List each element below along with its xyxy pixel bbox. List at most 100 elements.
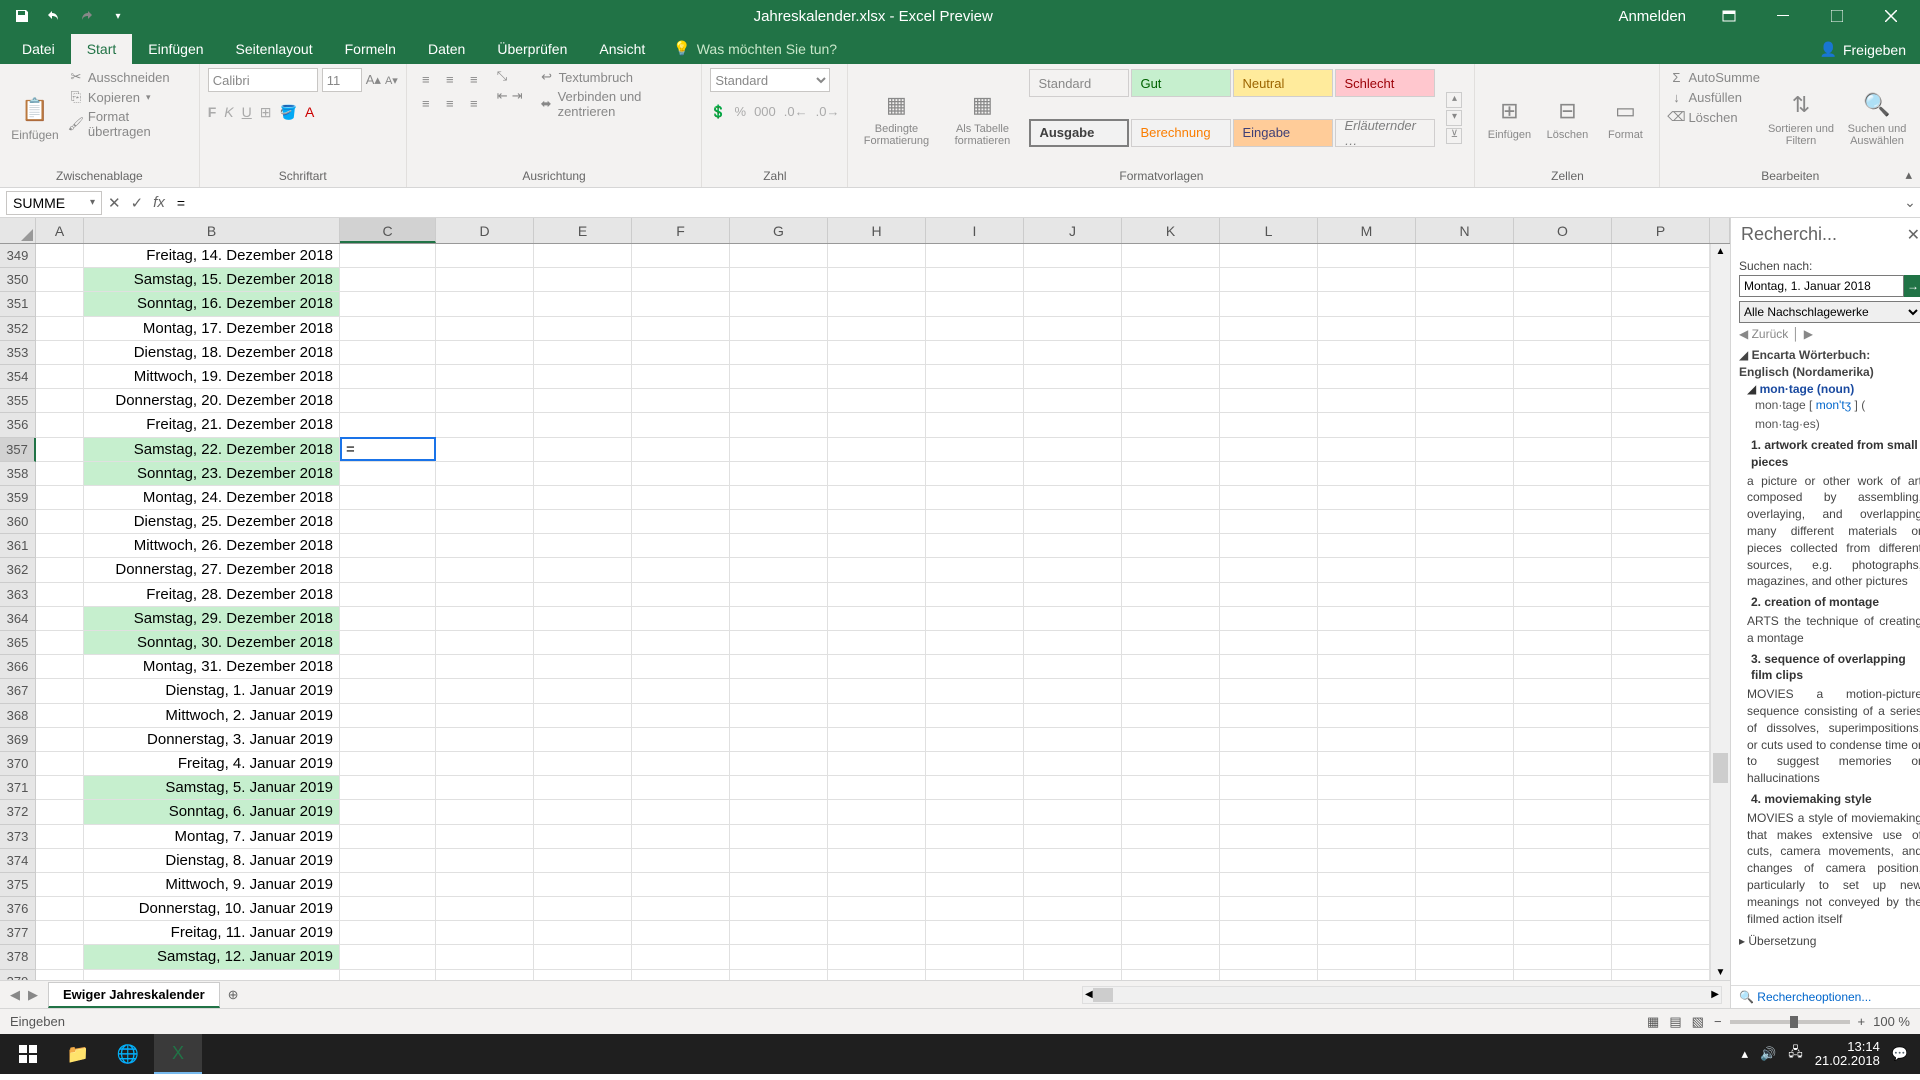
cell[interactable]: Donnerstag, 20. Dezember 2018 (84, 389, 340, 413)
cell[interactable] (436, 679, 534, 703)
vertical-scrollbar[interactable]: ▲ ▼ (1710, 244, 1730, 980)
row-header[interactable]: 377 (0, 921, 36, 945)
cell[interactable] (1416, 897, 1514, 921)
align-top-icon[interactable]: ≡ (415, 68, 437, 90)
cell[interactable] (340, 558, 436, 582)
row-header[interactable]: 366 (0, 655, 36, 679)
cell[interactable] (1612, 413, 1710, 437)
minimize-icon[interactable] (1760, 0, 1806, 32)
cell[interactable] (436, 413, 534, 437)
cell[interactable] (1122, 389, 1220, 413)
cell[interactable] (534, 728, 632, 752)
cell[interactable] (828, 341, 926, 365)
cell[interactable] (926, 244, 1024, 268)
cell[interactable] (1024, 292, 1122, 316)
cell[interactable] (926, 558, 1024, 582)
cell[interactable] (828, 558, 926, 582)
cell[interactable] (730, 607, 828, 631)
row-header[interactable]: 358 (0, 462, 36, 486)
cell[interactable] (1612, 607, 1710, 631)
cell[interactable] (1514, 268, 1612, 292)
cell[interactable] (1318, 776, 1416, 800)
cell[interactable] (1318, 583, 1416, 607)
cell[interactable] (632, 583, 730, 607)
cell[interactable] (828, 607, 926, 631)
style-neutral[interactable]: Neutral (1233, 69, 1333, 97)
row-header[interactable]: 370 (0, 752, 36, 776)
zoom-level[interactable]: 100 % (1873, 1014, 1910, 1029)
cell[interactable] (926, 897, 1024, 921)
horizontal-scrollbar[interactable]: ◀ ▶ (1082, 986, 1722, 1004)
excel-taskbar-icon[interactable]: X (154, 1034, 202, 1074)
cell[interactable]: Donnerstag, 27. Dezember 2018 (84, 558, 340, 582)
cell[interactable] (36, 438, 84, 462)
align-center-icon[interactable]: ≡ (439, 92, 461, 114)
cell[interactable] (1514, 631, 1612, 655)
cell[interactable] (1122, 558, 1220, 582)
cell[interactable] (1122, 800, 1220, 824)
cell[interactable] (436, 776, 534, 800)
clear-button[interactable]: ⌫Löschen (1668, 108, 1760, 126)
cell[interactable] (1024, 244, 1122, 268)
cell[interactable] (632, 341, 730, 365)
cell[interactable] (632, 389, 730, 413)
cell[interactable] (632, 558, 730, 582)
cell[interactable] (1024, 317, 1122, 341)
tab-datei[interactable]: Datei (6, 34, 71, 64)
cell[interactable] (1220, 776, 1318, 800)
cell[interactable] (1024, 268, 1122, 292)
cell[interactable] (1024, 849, 1122, 873)
cell[interactable] (36, 268, 84, 292)
cell[interactable] (1122, 486, 1220, 510)
cell[interactable] (436, 510, 534, 534)
cut-button[interactable]: ✂Ausschneiden (68, 68, 191, 86)
cell[interactable] (1024, 897, 1122, 921)
orientation-icon[interactable]: ⤡ (497, 68, 523, 84)
cell[interactable] (1318, 510, 1416, 534)
col-header-A[interactable]: A (36, 218, 84, 243)
cell[interactable] (730, 510, 828, 534)
cell[interactable] (1220, 413, 1318, 437)
cell[interactable] (828, 389, 926, 413)
cell[interactable] (436, 921, 534, 945)
font-color-button[interactable]: A (305, 104, 314, 121)
cell[interactable] (632, 317, 730, 341)
col-header-C[interactable]: C (340, 218, 436, 243)
cell[interactable] (926, 800, 1024, 824)
wrap-text-button[interactable]: ↩Textumbruch (539, 68, 694, 86)
cell[interactable] (1024, 728, 1122, 752)
cell[interactable] (534, 655, 632, 679)
notification-icon[interactable]: 💬 (1892, 1046, 1908, 1062)
cell[interactable] (1318, 317, 1416, 341)
cell[interactable] (1122, 462, 1220, 486)
copy-button[interactable]: ⎘Kopieren▾ (68, 88, 191, 106)
cell[interactable] (1122, 752, 1220, 776)
cell[interactable]: Sonntag, 6. Januar 2019 (84, 800, 340, 824)
cell[interactable] (340, 317, 436, 341)
bold-button[interactable]: F (208, 104, 217, 121)
cell[interactable] (1514, 341, 1612, 365)
tab-einfugen[interactable]: Einfügen (132, 34, 219, 64)
cell[interactable] (926, 365, 1024, 389)
cell[interactable] (340, 462, 436, 486)
row-header[interactable]: 364 (0, 607, 36, 631)
cell[interactable] (534, 800, 632, 824)
align-right-icon[interactable]: ≡ (463, 92, 485, 114)
cell[interactable] (926, 679, 1024, 703)
cell[interactable] (1024, 825, 1122, 849)
cell[interactable]: Montag, 24. Dezember 2018 (84, 486, 340, 510)
cell[interactable] (926, 389, 1024, 413)
cell[interactable] (36, 655, 84, 679)
cell[interactable] (828, 897, 926, 921)
cell[interactable] (632, 873, 730, 897)
row-header[interactable]: 368 (0, 704, 36, 728)
cell[interactable] (340, 268, 436, 292)
tab-daten[interactable]: Daten (412, 34, 481, 64)
research-forward-button[interactable]: ▶ (1804, 327, 1813, 341)
cell[interactable] (340, 244, 436, 268)
cell[interactable] (1122, 631, 1220, 655)
cell[interactable] (436, 897, 534, 921)
qat-customize-icon[interactable]: ▾ (106, 4, 130, 28)
cell[interactable] (436, 970, 534, 980)
cell[interactable] (36, 752, 84, 776)
